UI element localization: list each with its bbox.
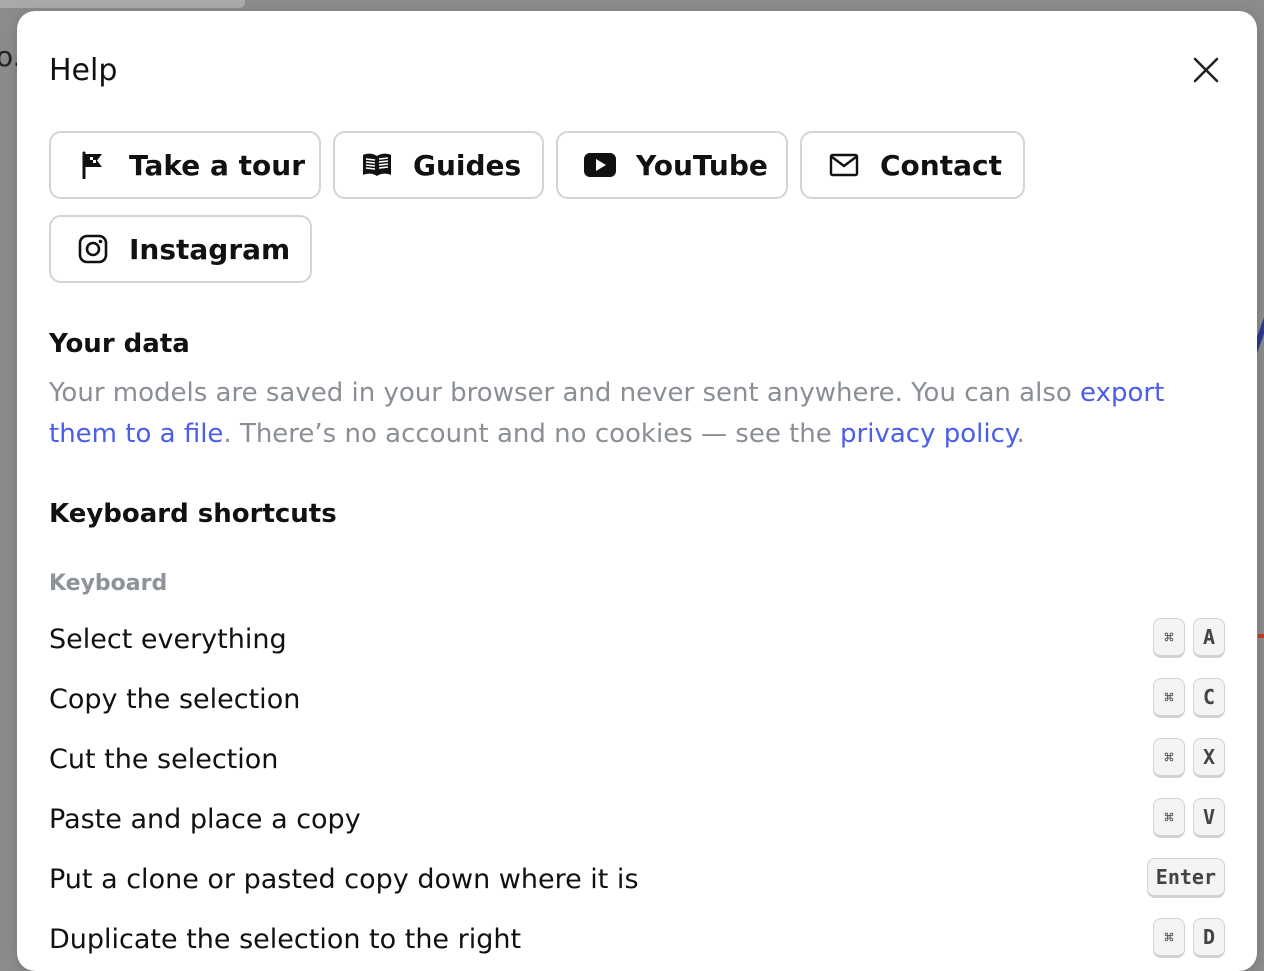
flag-icon (77, 149, 109, 181)
shortcut-keys: ⌘ A (1153, 618, 1225, 658)
keyboard-shortcuts-heading: Keyboard shortcuts (49, 499, 337, 529)
shortcut-keys: ⌘ X (1153, 738, 1225, 778)
shortcut-label: Put a clone or pasted copy down where it… (49, 864, 639, 895)
shortcut-row: Copy the selection ⌘ C (49, 678, 1225, 722)
close-button[interactable] (1187, 51, 1225, 89)
your-data-text-1: Your models are saved in your browser an… (49, 378, 1081, 408)
shortcut-label: Cut the selection (49, 744, 279, 775)
key-cap: D (1193, 918, 1225, 958)
youtube-button[interactable]: YouTube (556, 131, 788, 199)
shortcut-keys: ⌘ V (1153, 798, 1225, 838)
backdrop-shape-red (1258, 634, 1264, 638)
shortcut-keys: Enter (1146, 858, 1225, 898)
shortcut-group-label: Keyboard (49, 571, 168, 596)
guides-label: Guides (413, 148, 522, 182)
shortcut-label: Duplicate the selection to the right (49, 924, 522, 955)
key-cap: Enter (1146, 858, 1225, 898)
youtube-icon (584, 149, 616, 181)
take-a-tour-label: Take a tour (129, 148, 305, 182)
shortcut-keys: ⌘ C (1153, 678, 1225, 718)
key-cap: ⌘ (1153, 618, 1185, 658)
shortcut-label: Copy the selection (49, 684, 301, 715)
shortcut-row: Put a clone or pasted copy down where it… (49, 858, 1225, 902)
book-icon (361, 149, 393, 181)
take-a-tour-button[interactable]: Take a tour (49, 131, 321, 199)
key-cap: X (1193, 738, 1225, 778)
guides-button[interactable]: Guides (333, 131, 544, 199)
shortcut-keys: ⌘ D (1153, 918, 1225, 958)
shortcut-row: Paste and place a copy ⌘ V (49, 798, 1225, 842)
shortcut-label: Select everything (49, 624, 287, 655)
your-data-text: Your models are saved in your browser an… (49, 373, 1224, 455)
your-data-text-2: . There’s no account and no cookies — se… (223, 419, 841, 449)
key-cap: ⌘ (1153, 918, 1185, 958)
key-cap: V (1193, 798, 1225, 838)
help-dialog: Help Take a tour Guides YouTube Contact … (17, 11, 1257, 971)
instagram-label: Instagram (129, 232, 291, 266)
key-cap: ⌘ (1153, 738, 1185, 778)
key-cap: ⌘ (1153, 798, 1185, 838)
privacy-policy-link[interactable]: privacy policy (840, 419, 1017, 449)
youtube-label: YouTube (636, 148, 768, 182)
shortcut-label: Paste and place a copy (49, 804, 361, 835)
your-data-text-3: . (1016, 419, 1025, 449)
mail-icon (828, 149, 860, 181)
key-cap: ⌘ (1153, 678, 1185, 718)
instagram-button[interactable]: Instagram (49, 215, 312, 283)
contact-label: Contact (880, 148, 1002, 182)
contact-button[interactable]: Contact (800, 131, 1025, 199)
instagram-icon (77, 233, 109, 265)
key-cap: A (1193, 618, 1225, 658)
your-data-heading: Your data (49, 329, 190, 359)
shortcut-row: Duplicate the selection to the right ⌘ D (49, 918, 1225, 962)
key-cap: C (1193, 678, 1225, 718)
shortcut-row: Cut the selection ⌘ X (49, 738, 1225, 782)
backdrop-bar (0, 0, 245, 8)
close-x-icon (1193, 57, 1219, 83)
shortcut-row: Select everything ⌘ A (49, 618, 1225, 662)
dialog-title: Help (49, 53, 118, 88)
